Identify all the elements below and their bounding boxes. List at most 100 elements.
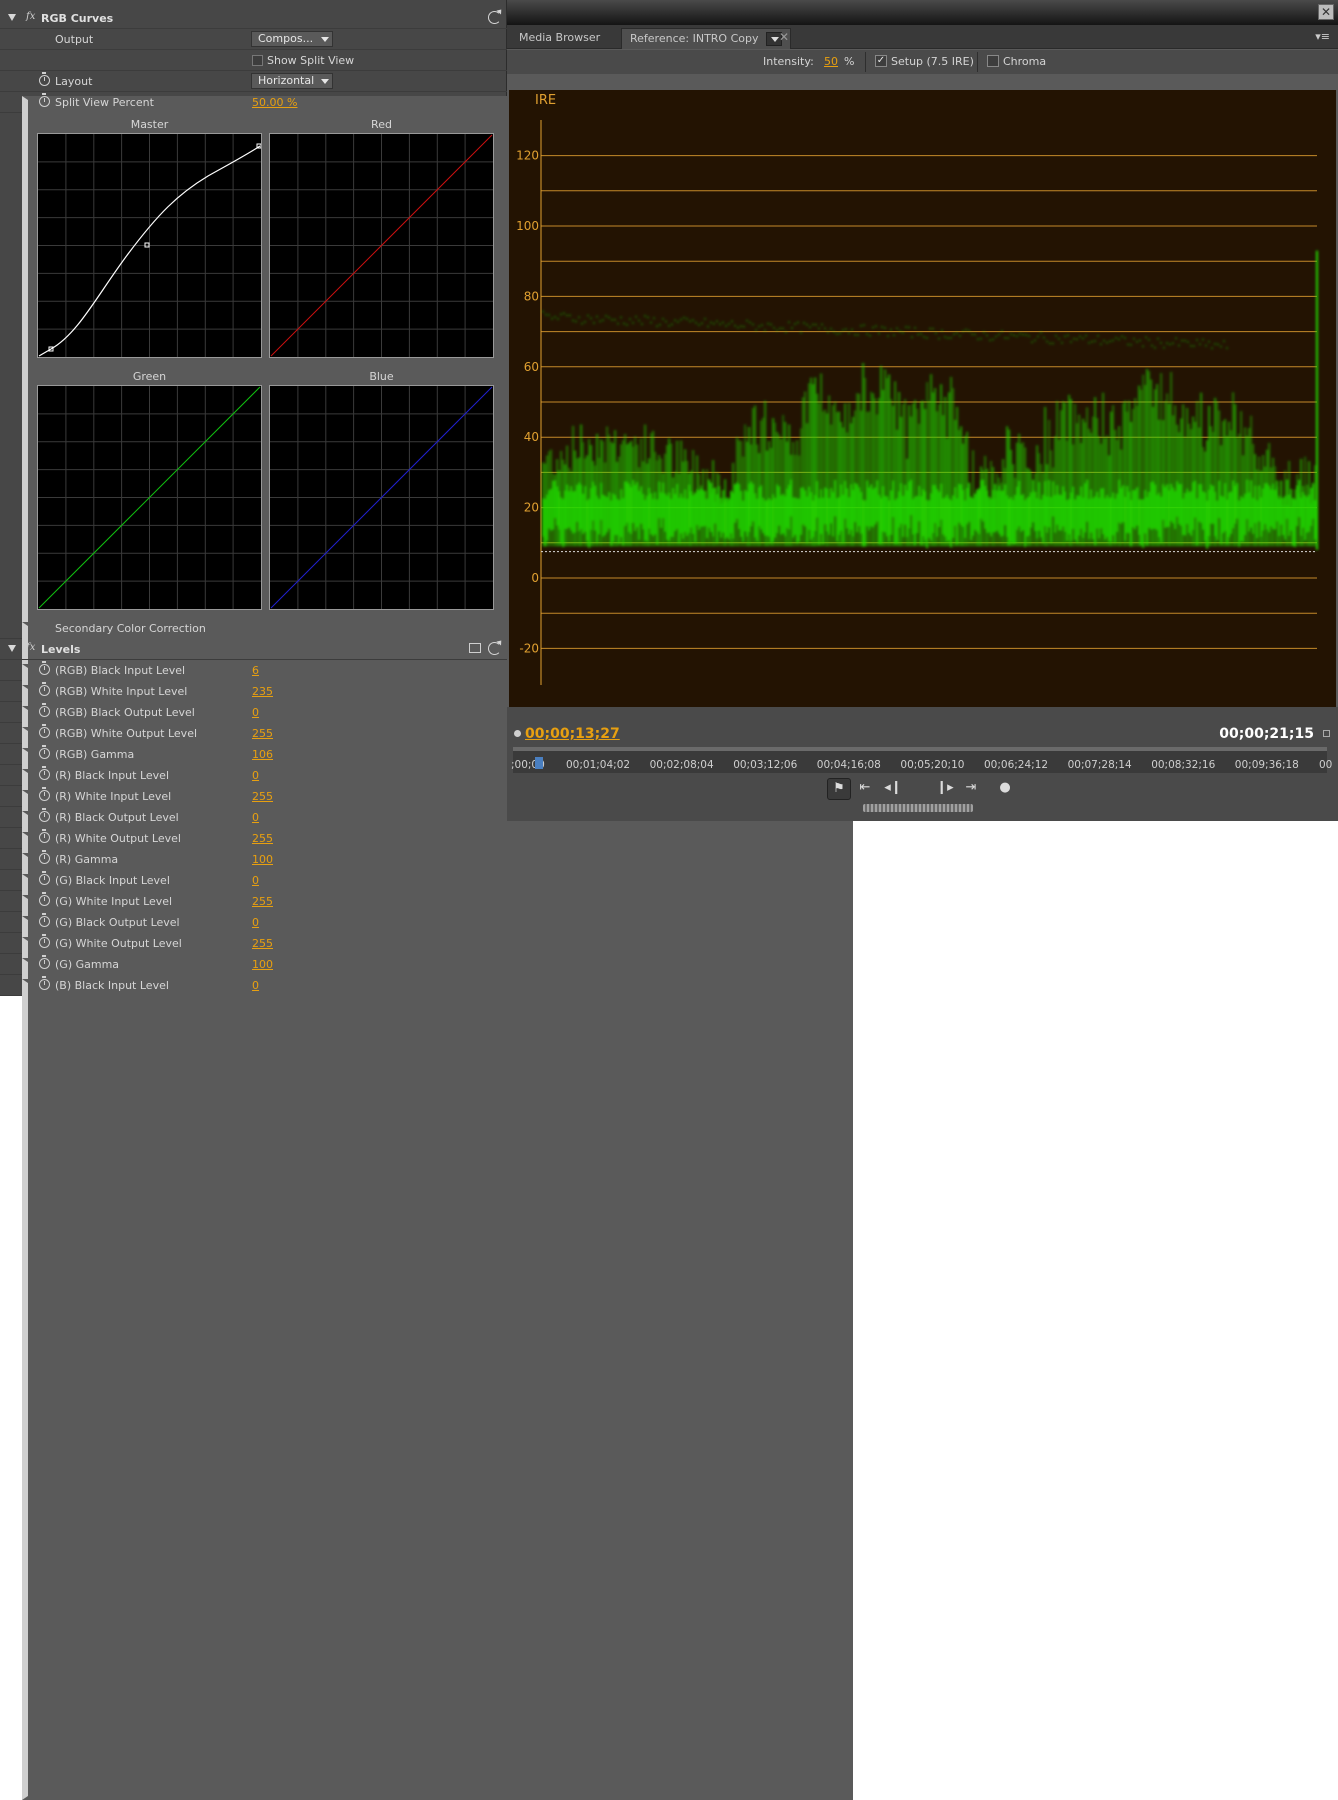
zoom-icon[interactable] — [1323, 730, 1330, 737]
ire-unit-label: IRE — [535, 93, 556, 108]
go-to-out-icon[interactable]: ⇥ — [961, 778, 981, 800]
time-ruler[interactable]: ;00;00 00;01;04;02 00;02;08;04 00;03;12;06 0… — [511, 747, 1332, 773]
levels-param-row: (G) White Input Level 255 — [0, 891, 853, 1716]
param-label: (RGB) Gamma — [55, 748, 135, 761]
output-dropdown[interactable]: Compos... — [251, 31, 333, 47]
stopwatch-icon[interactable] — [39, 72, 50, 86]
stopwatch-icon[interactable] — [39, 787, 50, 801]
panel-menu-icon[interactable]: ▾≡ — [1315, 30, 1330, 43]
stopwatch-icon[interactable] — [39, 745, 50, 759]
setup-dialog-icon[interactable] — [469, 643, 481, 653]
reference-monitor-window: ✕ Media Browser Reference: INTRO Copy ✕ … — [507, 0, 1338, 821]
fx-icon[interactable]: fx — [26, 11, 35, 22]
stopwatch-icon[interactable] — [39, 661, 50, 675]
green-curve-graph[interactable] — [37, 385, 262, 610]
split-view-percent-label: Split View Percent — [55, 96, 154, 109]
levels-param-row: (R) Gamma 100 — [0, 849, 853, 1674]
output-icon[interactable]: ● — [995, 778, 1015, 800]
levels-param-row: (RGB) Gamma 106 — [0, 744, 853, 1569]
reset-icon[interactable] — [488, 11, 501, 24]
split-view-percent-value[interactable]: 50.00 % — [252, 96, 297, 109]
stopwatch-icon[interactable] — [39, 724, 50, 738]
red-curve-graph[interactable] — [269, 133, 494, 358]
param-value[interactable]: 100 — [252, 958, 273, 971]
tab-media-browser[interactable]: Media Browser — [511, 28, 608, 49]
master-curve-graph[interactable] — [37, 133, 262, 358]
stopwatch-icon[interactable] — [39, 913, 50, 927]
step-back-icon[interactable]: ◂❙ — [883, 778, 903, 800]
ire-axis-label: 100 — [516, 219, 539, 233]
layout-dropdown-value: Horizontal — [258, 74, 315, 87]
ire-axis-label: 120 — [516, 149, 539, 163]
stopwatch-icon[interactable] — [39, 871, 50, 885]
levels-param-row: (RGB) Black Output Level 0 — [0, 702, 853, 1527]
divider — [977, 52, 978, 72]
layout-dropdown[interactable]: Horizontal — [251, 73, 333, 89]
intensity-value[interactable]: 50 — [824, 55, 838, 68]
stopwatch-icon[interactable] — [39, 808, 50, 822]
param-label: (G) Black Output Level — [55, 916, 180, 929]
layout-label: Layout — [55, 75, 93, 88]
param-value[interactable]: 255 — [252, 937, 273, 950]
stopwatch-icon[interactable] — [39, 682, 50, 696]
current-timecode[interactable]: 00;00;13;27 — [525, 726, 620, 742]
green-curve-label: Green — [132, 370, 167, 383]
param-label: (R) Gamma — [55, 853, 119, 866]
show-split-view-checkbox[interactable] — [252, 55, 263, 66]
param-value[interactable]: 255 — [252, 790, 273, 803]
param-value[interactable]: 0 — [252, 979, 259, 992]
blue-curve-graph[interactable] — [269, 385, 494, 610]
chroma-label: Chroma — [1003, 55, 1047, 68]
stopwatch-icon[interactable] — [39, 93, 50, 107]
playhead[interactable] — [535, 757, 543, 769]
ire-axis-label: 0 — [531, 571, 539, 585]
tab-close-icon[interactable]: ✕ — [779, 30, 789, 44]
twirl-down-icon[interactable] — [8, 14, 16, 21]
param-value[interactable]: 0 — [252, 874, 259, 887]
stopwatch-icon[interactable] — [39, 703, 50, 717]
param-value[interactable]: 255 — [252, 895, 273, 908]
stopwatch-icon[interactable] — [39, 976, 50, 990]
param-value[interactable]: 255 — [252, 727, 273, 740]
stopwatch-icon[interactable] — [39, 955, 50, 969]
stopwatch-icon[interactable] — [39, 829, 50, 843]
param-value[interactable]: 100 — [252, 853, 273, 866]
step-forward-icon[interactable]: ❙▸ — [935, 778, 955, 800]
stopwatch-icon[interactable] — [39, 850, 50, 864]
marker-button-icon[interactable]: ⚑ — [827, 778, 851, 800]
blue-curve-label: Blue — [369, 370, 394, 383]
chroma-checkbox[interactable] — [987, 55, 999, 67]
rgb-curves-header[interactable]: fx RGB Curves — [0, 8, 507, 29]
stopwatch-icon[interactable] — [39, 892, 50, 906]
ire-axis-label: 60 — [524, 360, 539, 374]
chevron-down-icon — [321, 79, 329, 84]
go-to-in-icon[interactable]: ⇤ — [855, 778, 875, 800]
levels-header[interactable]: fx Levels — [0, 639, 507, 660]
param-value[interactable]: 6 — [252, 664, 259, 677]
master-curve-label: Master — [130, 118, 169, 131]
effect-title: Levels — [41, 643, 81, 656]
twirl-down-icon[interactable] — [8, 645, 16, 652]
waveform-scope: 120 100 80 60 40 20 0 -20 IRE — [509, 90, 1336, 707]
levels-param-row: (G) Black Output Level 0 — [0, 912, 853, 1737]
ruler-tick-label: 00;04;16;08 — [816, 759, 881, 771]
ire-axis-label: 20 — [524, 501, 539, 515]
jog-shuttle[interactable] — [863, 804, 973, 812]
fx-icon[interactable]: fx — [26, 642, 35, 653]
twirl-right-icon[interactable] — [22, 979, 853, 1800]
scope-settings-bar: Intensity: 50 % ✓ Setup (7.5 IRE) Chroma — [507, 50, 1338, 74]
chevron-down-icon — [321, 37, 329, 42]
reset-icon[interactable] — [488, 642, 501, 655]
setup-checkbox[interactable]: ✓ — [875, 55, 887, 67]
param-value[interactable]: 0 — [252, 769, 259, 782]
param-value[interactable]: 0 — [252, 706, 259, 719]
param-value[interactable]: 255 — [252, 832, 273, 845]
close-icon[interactable]: ✕ — [1318, 4, 1334, 20]
param-value[interactable]: 106 — [252, 748, 273, 761]
stopwatch-icon[interactable] — [39, 934, 50, 948]
param-value[interactable]: 0 — [252, 916, 259, 929]
tab-reference[interactable]: Reference: INTRO Copy — [621, 28, 791, 49]
param-value[interactable]: 0 — [252, 811, 259, 824]
param-value[interactable]: 235 — [252, 685, 273, 698]
stopwatch-icon[interactable] — [39, 766, 50, 780]
